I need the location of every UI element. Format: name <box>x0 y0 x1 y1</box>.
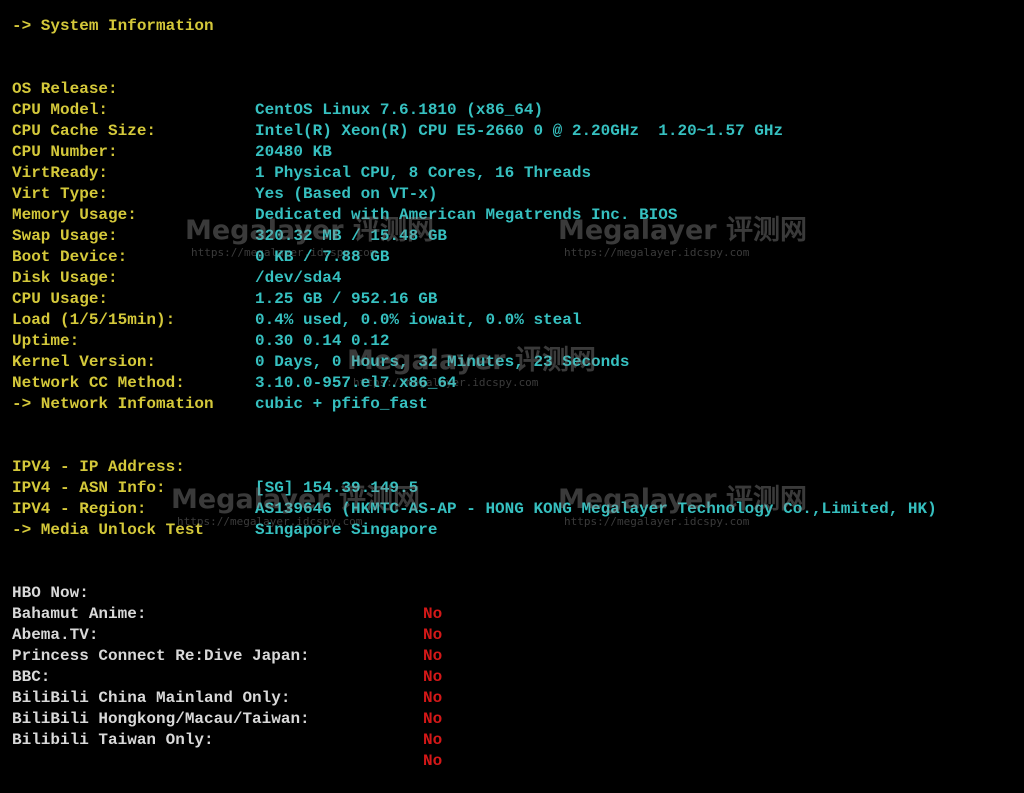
media-status: No <box>423 752 443 770</box>
row-label: IPV4 - Region: <box>12 500 147 518</box>
info-row-disk-usage: Disk Usage: 1.25 GB / 952.16 GB <box>12 247 1024 308</box>
info-row-swap-usage: Swap Usage: 0 KB / 7.88 GB <box>12 205 1024 266</box>
row-value: AS139646 (HKMTC-AS-AP - HONG KONG Megala… <box>255 500 937 518</box>
info-row-load: Load (1/5/15min): 0.30 0.14 0.12 <box>12 289 1024 350</box>
media-row-bilibili-mainland: BiliBili China Mainland Only: No <box>12 667 1024 728</box>
info-row-uptime: Uptime: 0 Days, 0 Hours, 32 Minutes, 23 … <box>12 310 1024 371</box>
info-row-cpu-number: CPU Number: 1 Physical CPU, 8 Cores, 16 … <box>12 121 1024 182</box>
media-row-abema: Abema.TV: No <box>12 604 1024 665</box>
system-info-header: -> System Information <box>12 17 214 35</box>
info-row-kernel-version: Kernel Version: 3.10.0-957.el7.x86_64 <box>12 331 1024 392</box>
network-row-ip-address: IPV4 - IP Address: [SG] 154.39.149.5 <box>12 436 1024 497</box>
media-label: Bilibili Taiwan Only: <box>12 731 214 749</box>
row-value: 3.10.0-957.el7.x86_64 <box>255 374 457 392</box>
info-row-memory-usage: Memory Usage: 320.32 MB / 15.48 GB <box>12 184 1024 245</box>
info-row-network-cc: Network CC Method: cubic + pfifo_fast <box>12 352 1024 413</box>
row-label: Network CC Method: <box>12 374 185 392</box>
media-row-bilibili-taiwan: Bilibili Taiwan Only: No <box>12 709 1024 770</box>
info-row-virtready: VirtReady: Yes (Based on VT-x) <box>12 142 1024 203</box>
info-row-cpu-usage: CPU Usage: 0.4% used, 0.0% iowait, 0.0% … <box>12 268 1024 329</box>
media-row-princess-connect: Princess Connect Re:Dive Japan: No <box>12 625 1024 686</box>
info-row-boot-device: Boot Device: /dev/sda4 <box>12 226 1024 287</box>
info-row-virt-type: Virt Type: Dedicated with American Megat… <box>12 163 1024 224</box>
media-row-hbo-now: HBO Now: No <box>12 562 1024 623</box>
media-row-bbc: BBC: No <box>12 646 1024 707</box>
info-row-cpu-model: CPU Model: Intel(R) Xeon(R) CPU E5-2660 … <box>12 79 1024 140</box>
network-row-asn-info: IPV4 - ASN Info: AS139646 (HKMTC-AS-AP -… <box>12 457 1024 518</box>
media-unlock-header: -> Media Unlock Test <box>12 521 205 539</box>
media-row-bilibili-hk-macau-tw: BiliBili Hongkong/Macau/Taiwan: No <box>12 688 1024 749</box>
media-row-bahamut: Bahamut Anime: No <box>12 583 1024 644</box>
terminal-output: -> System Information OS Release: CentOS… <box>12 16 1024 770</box>
info-row-os-release: OS Release: CentOS Linux 7.6.1810 (x86_6… <box>12 58 1024 119</box>
info-row-cpu-cache: CPU Cache Size: 20480 KB <box>12 100 1024 161</box>
media-status: No <box>423 731 443 749</box>
network-info-header: -> Network Infomation <box>12 395 214 413</box>
network-row-region: IPV4 - Region: Singapore Singapore <box>12 478 1024 539</box>
